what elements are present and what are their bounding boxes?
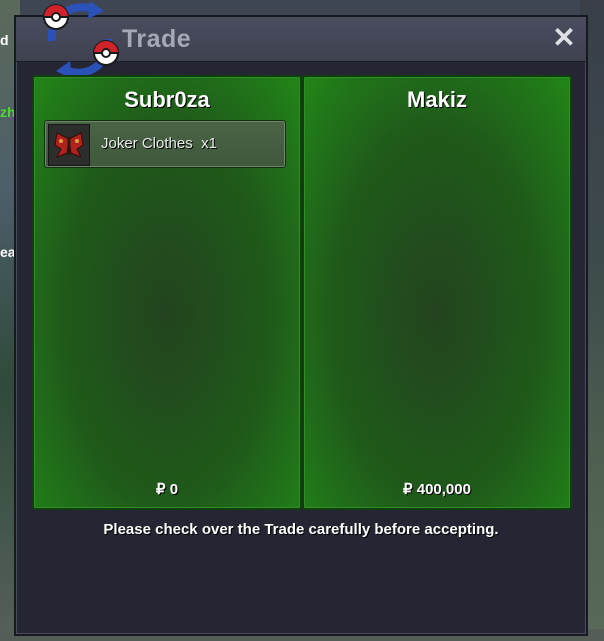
item-quantity: x1 [201,135,217,152]
player-name: Makiz [407,87,467,112]
player-name: Subr0za [124,87,210,112]
item-name: Joker Clothes [101,135,193,152]
money-amount: 0 [169,481,179,498]
money-offer: ₽ 0 [34,480,300,498]
close-icon: ✕ [552,22,576,53]
money-offer: ₽ 400,000 [304,480,570,498]
trade-notice: Please check over the Trade carefully be… [103,521,499,538]
trade-window: Trade ✕ Subr0za Joker Clothes x1 ₽ 0 Mak… [14,1,588,636]
close-button[interactable]: ✕ [550,23,578,53]
window-title: Trade [122,25,192,53]
trade-logo-icon [43,1,119,79]
butterfly-clothes-icon [54,132,84,158]
money-amount: 400,000 [416,481,471,498]
item-label: Joker Clothes x1 [101,135,217,152]
item-thumbnail [48,124,90,166]
trade-item-slot[interactable]: Joker Clothes x1 [44,120,286,168]
ruble-icon: ₽ [155,481,166,498]
trade-panel-partner: Makiz ₽ 400,000 [302,75,572,510]
ruble-icon: ₽ [403,481,413,498]
trade-panel-self: Subr0za Joker Clothes x1 ₽ 0 [32,75,302,510]
